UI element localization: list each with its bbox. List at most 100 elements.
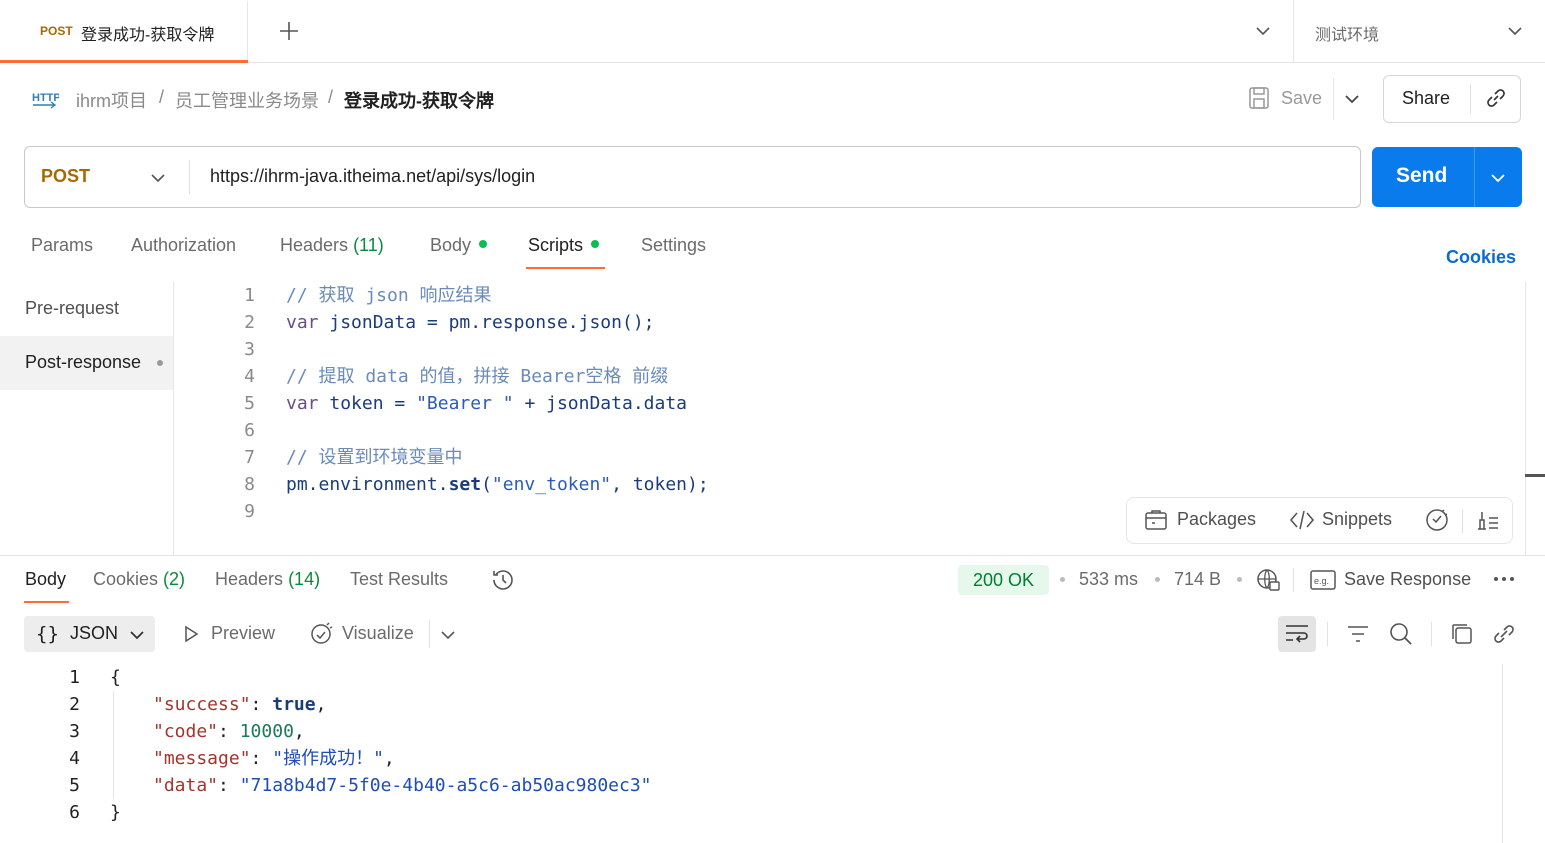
script-sections-pane [0,282,174,555]
section-pre-request[interactable]: Pre-request [25,298,119,319]
response-tab-body[interactable]: Body [25,569,66,590]
braces-icon: {} [36,623,59,645]
ai-assist-icon[interactable] [1424,507,1450,533]
response-scrollbar[interactable] [1502,664,1503,843]
line-number: 2 [244,312,255,333]
response-line-number: 4 [69,748,80,769]
code-line[interactable]: // 设置到环境变量中 [286,444,463,471]
save-button[interactable]: Save [1281,88,1322,109]
code-string: "Bearer " [416,393,514,414]
post-response-dot [157,360,163,366]
code-object: pm [448,312,471,333]
share-button[interactable]: Share [1402,88,1450,109]
breadcrumb-folder[interactable]: 员工管理业务场景 [175,87,319,113]
code-line[interactable]: var token = "Bearer " + jsonData.data [286,390,687,417]
breadcrumb-separator: / [159,87,165,107]
json-value: 10000 [239,721,294,742]
tab-scripts[interactable]: Scripts [528,235,600,256]
json-key: "message" [153,748,251,769]
editor-scroll-thumb[interactable] [1525,474,1545,477]
packages-icon [1144,508,1168,532]
meta-separator [1060,577,1065,582]
code-line[interactable]: pm.environment.set("env_token", token); [286,471,709,498]
json-key: "success" [153,694,251,715]
tools-divider [1462,509,1463,533]
json-line: "success": true, [153,694,327,715]
snippets-button[interactable]: Snippets [1322,509,1392,530]
toolbar-divider [1431,622,1432,646]
response-tab-headers[interactable]: Headers (14) [215,569,320,590]
response-line-number: 2 [69,694,80,715]
format-chevron-icon [128,628,146,642]
code-line[interactable]: // 获取 json 响应结果 [286,282,492,309]
breadcrumb-collection[interactable]: ihrm项目 [76,87,147,113]
response-tab-test-results[interactable]: Test Results [350,569,448,590]
code-keyword: var [286,312,319,333]
tabs-dropdown-chevron-icon[interactable] [1254,24,1272,38]
visualize-divider [429,620,430,648]
send-options-chevron-icon[interactable] [1489,171,1507,185]
toolbar-divider [1327,622,1328,646]
editor-scrollbar[interactable] [1525,282,1545,555]
tab-headers-count: (11) [353,235,384,255]
tab-settings[interactable]: Settings [641,235,706,256]
json-line: "message": "操作成功！", [153,748,395,769]
save-options-chevron-icon[interactable] [1343,92,1361,106]
indent-guide [113,691,114,799]
json-line: { [110,664,121,691]
save-icon[interactable] [1248,86,1270,110]
meta-divider [1293,568,1294,592]
scripts-modified-dot [591,240,600,248]
example-icon: e.g. [1310,569,1336,591]
code-call: .response.json(); [470,312,655,333]
response-headers-count: (14) [288,569,321,589]
json-line: "data": "71a8b4d7-5f0e-4b40-a5c6-ab50ac9… [153,775,652,796]
copy-icon[interactable] [1449,621,1475,647]
clean-format-icon[interactable] [1475,508,1501,532]
method-selector[interactable]: POST [41,166,90,187]
packages-button[interactable]: Packages [1177,509,1256,530]
code-paren: ( [481,474,492,495]
response-line-number: 1 [69,667,80,688]
visualize-button[interactable]: Visualize [342,623,414,644]
cookies-link[interactable]: Cookies [1446,247,1516,268]
environment-chevron-icon [1506,24,1524,38]
line-number: 5 [244,393,255,414]
history-icon[interactable] [490,567,516,593]
line-number: 8 [244,474,255,495]
share-divider [1470,84,1471,114]
more-options-icon[interactable] [1492,573,1516,585]
preview-button[interactable]: Preview [211,623,275,644]
copy-link-icon[interactable] [1484,86,1508,110]
code-function: set [448,474,482,495]
tab-headers[interactable]: Headers (11) [280,235,384,256]
tab-body[interactable]: Body [430,235,488,256]
code-line[interactable]: var jsonData = pm.response.json(); [286,309,655,336]
url-input[interactable]: https://ihrm-java.itheima.net/api/sys/lo… [210,166,535,187]
line-number: 9 [244,501,255,522]
send-label: Send [1396,164,1448,187]
json-key: "code" [153,721,219,742]
tab-authorization[interactable]: Authorization [131,235,236,256]
code-operator: + [513,393,547,414]
visualize-chevron-icon[interactable] [439,628,457,642]
link-icon[interactable] [1491,621,1517,647]
breadcrumb-request-name[interactable]: 登录成功-获取令牌 [344,87,494,113]
method-chevron-icon[interactable] [149,171,167,185]
svg-text:e.g.: e.g. [1314,576,1329,586]
section-post-response[interactable]: Post-response [25,352,141,373]
tab-params[interactable]: Params [31,235,93,256]
status-badge: 200 OK [958,565,1049,595]
code-line[interactable]: // 提取 data 的值，拼接 Bearer空格 前缀 [286,363,668,390]
network-globe-icon[interactable] [1255,567,1281,593]
send-divider [1474,147,1475,207]
response-line-number: 3 [69,721,80,742]
new-tab-plus-icon[interactable] [278,20,300,42]
code-operator: = [383,393,417,414]
search-icon[interactable] [1388,621,1414,647]
save-response-button[interactable]: Save Response [1344,569,1471,590]
json-value: "操作成功！" [272,748,384,769]
response-tab-cookies[interactable]: Cookies (2) [93,569,185,590]
method-divider [189,160,190,194]
filter-icon[interactable] [1346,623,1370,645]
